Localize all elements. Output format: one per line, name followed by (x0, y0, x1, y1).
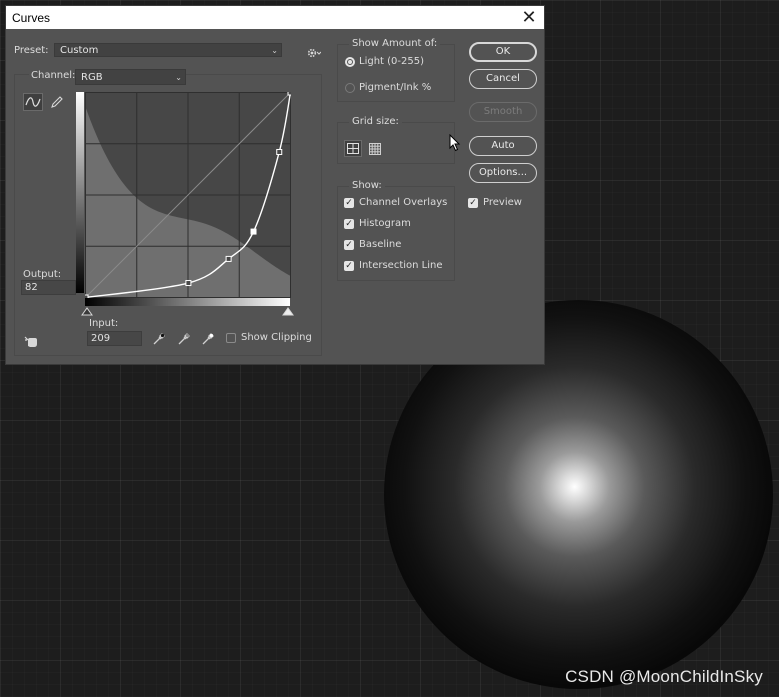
chevron-down-icon: ⌄ (175, 73, 182, 82)
pigment-radio-label: Pigment/Ink % (359, 82, 432, 93)
channel-dropdown[interactable]: RGB ⌄ (75, 69, 186, 85)
pencil-icon (51, 96, 63, 108)
curves-dialog: Curves ✕ Preset: Custom ⌄ Channel: RGB ⌄ (5, 5, 545, 365)
channel-overlays-label: Channel Overlays (359, 197, 448, 208)
histogram-label: Histogram (359, 218, 411, 229)
channel-overlays-checkbox[interactable]: ✓ (344, 198, 354, 208)
simple-grid-icon (347, 143, 359, 154)
channel-value: RGB (81, 72, 103, 83)
gear-icon[interactable] (307, 44, 322, 63)
preview-label: Preview (483, 197, 522, 208)
targeted-adjustment-icon[interactable] (23, 333, 41, 352)
preset-value: Custom (60, 45, 99, 56)
ok-button[interactable]: OK (469, 42, 537, 62)
curve-graph[interactable] (85, 92, 291, 298)
intersection-line-checkbox[interactable]: ✓ (344, 261, 354, 271)
simple-grid-button[interactable] (344, 140, 362, 157)
output-gradient-bar (76, 92, 84, 293)
watermark: CSDN @MoonChildInSky (565, 667, 763, 686)
auto-button[interactable]: Auto (469, 136, 537, 156)
pigment-radio[interactable] (345, 83, 355, 93)
baseline-checkbox[interactable]: ✓ (344, 240, 354, 250)
output-label: Output: (23, 269, 62, 280)
black-eyedropper-icon[interactable] (152, 331, 166, 350)
baseline-label: Baseline (359, 239, 402, 250)
output-field[interactable]: 82 (21, 280, 76, 295)
curve-wave-icon (25, 97, 41, 107)
curve-control-point[interactable] (225, 255, 232, 262)
white-point-slider[interactable] (282, 307, 294, 316)
curve-control-point[interactable] (276, 148, 283, 155)
black-point-slider[interactable] (81, 307, 93, 316)
show-title: Show: (349, 180, 385, 191)
preset-dropdown[interactable]: Custom ⌄ (54, 43, 282, 57)
dialog-titlebar[interactable]: Curves ✕ (6, 6, 544, 29)
light-radio[interactable] (345, 57, 355, 67)
show-amount-group (337, 44, 455, 102)
input-label: Input: (89, 318, 119, 329)
show-amount-title: Show Amount of: (349, 38, 441, 49)
histogram-checkbox[interactable]: ✓ (344, 219, 354, 229)
close-icon[interactable]: ✕ (520, 7, 538, 27)
grid-size-title: Grid size: (349, 116, 402, 127)
gray-eyedropper-icon[interactable] (177, 331, 191, 350)
channel-label: Channel: (29, 70, 78, 81)
input-gradient-bar (85, 298, 290, 306)
curve-control-point[interactable] (287, 92, 291, 96)
cancel-button[interactable]: Cancel (469, 69, 537, 89)
input-field[interactable]: 209 (87, 331, 142, 346)
detailed-grid-icon (369, 143, 381, 155)
pencil-tool[interactable] (49, 94, 65, 114)
preview-checkbox[interactable]: ✓ (468, 198, 478, 208)
white-eyedropper-icon[interactable] (201, 331, 215, 350)
intersection-line-label: Intersection Line (359, 260, 443, 271)
preset-label: Preset: (14, 45, 49, 56)
curve-control-point[interactable] (250, 228, 257, 235)
curve-control-point[interactable] (185, 280, 192, 287)
light-radio-label: Light (0-255) (359, 56, 424, 67)
options-button[interactable]: Options... (469, 163, 537, 183)
detailed-grid-button[interactable] (368, 141, 382, 160)
show-clipping-label: Show Clipping (241, 332, 312, 343)
show-clipping-checkbox[interactable] (226, 333, 236, 343)
curve-point-tool[interactable] (23, 93, 43, 111)
mouse-cursor-icon (449, 134, 461, 152)
chevron-down-icon: ⌄ (271, 46, 278, 55)
dialog-title: Curves (12, 11, 51, 25)
smooth-button[interactable]: Smooth (469, 102, 537, 122)
